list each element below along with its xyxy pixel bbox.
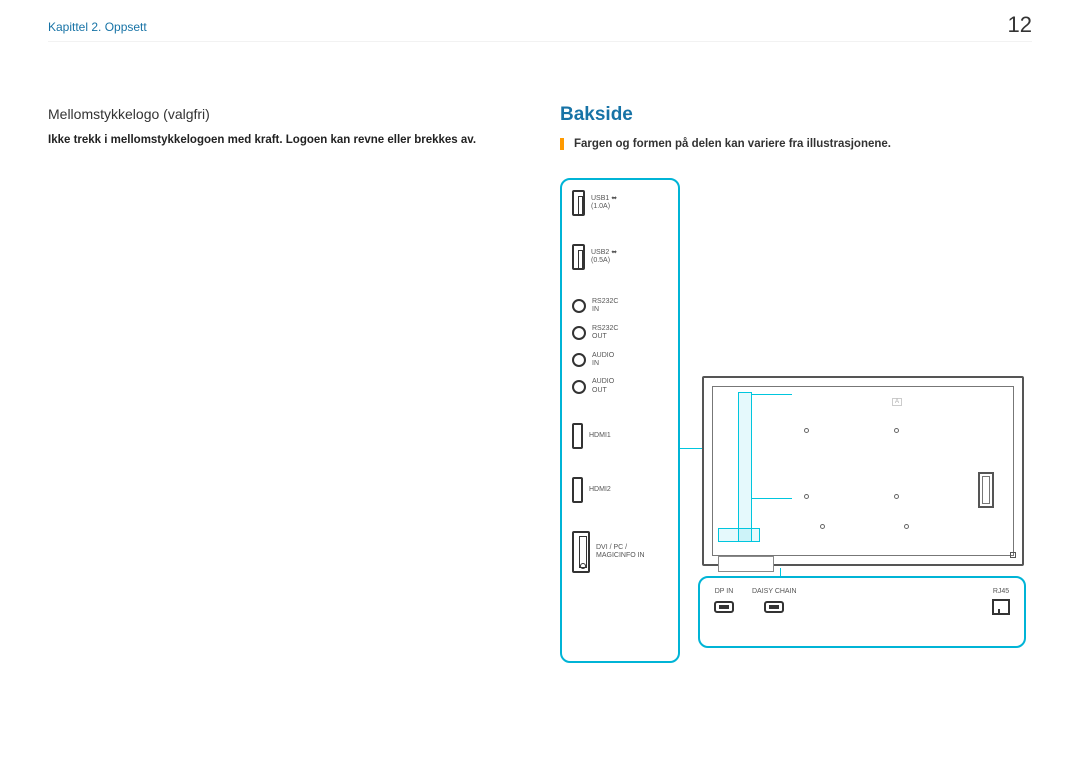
port-label: AUDIO [592,352,614,360]
port-label: RS232C [592,325,618,333]
port-label: HDMI1 [589,432,611,440]
device-label: A [892,398,902,406]
page-header: Kapittel 2. Oppsett 12 [48,18,1032,42]
port-usb1: USB1 ⬌ (1.0A) [572,190,672,216]
port-rj45: RJ45 [992,588,1010,615]
highlight-vertical-ports [738,392,752,542]
screw-icon [894,494,899,499]
port-label: DP IN [715,588,734,595]
jack-icon [572,299,586,313]
callout-lead [752,394,792,395]
port-sublabel: OUT [592,333,618,341]
port-dp-in: DP IN [714,588,734,613]
port-label: DAISY CHAIN [752,588,797,595]
right-column: Bakside Fargen og formen på delen kan va… [560,104,1040,150]
port-daisy-chain: DAISY CHAIN [752,588,797,613]
page-number: 12 [1008,12,1032,38]
dvi-icon [572,531,590,573]
port-label: RJ45 [993,588,1009,595]
callout-lead [752,498,792,499]
rear-diagram: USB1 ⬌ (1.0A) USB2 ⬌ (0.5A) RS232C IN RS… [560,178,1040,668]
port-sublabel: (0.5A) [591,257,617,265]
bottom-port-group-left: DP IN DAISY CHAIN [714,588,797,613]
displayport-icon [714,601,734,613]
port-sublabel: (1.0A) [591,203,617,211]
screw-icon [804,494,809,499]
port-audio-in: AUDIO IN [572,352,672,369]
expansion-slot-icon [978,472,994,508]
jack-icon [572,353,586,367]
port-hdmi2: HDMI2 [572,477,672,503]
port-rs232c-in: RS232C IN [572,298,672,315]
port-usb2: USB2 ⬌ (0.5A) [572,244,672,270]
port-sublabel: OUT [592,387,614,395]
spacer-logo-subtitle: Mellomstykkelogo (valgfri) [48,106,498,122]
callout-line [680,448,702,449]
chapter-label: Kapittel 2. Oppsett [48,20,147,34]
spacer-logo-illustration [718,556,774,572]
port-dvi: DVI / PC / MAGICINFO IN [572,531,672,573]
usb-port-icon [572,190,585,216]
port-audio-out: AUDIO OUT [572,378,672,395]
port-sublabel: IN [592,360,614,368]
left-column: Mellomstykkelogo (valgfri) Ikke trekk i … [48,106,498,146]
port-sublabel: MAGICINFO IN [596,552,645,560]
port-label: USB2 ⬌ [591,249,617,257]
port-label: RS232C [592,298,618,306]
port-label: AUDIO [592,378,614,386]
spacer-logo-warning: Ikke trekk i mellomstykkelogoen med kraf… [48,134,498,146]
port-label: DVI / PC / [596,544,645,552]
device-rear-illustration: A [702,376,1024,566]
port-rs232c-out: RS232C OUT [572,325,672,342]
highlight-bottom-ports [718,528,760,542]
screw-icon [894,428,899,433]
hdmi-icon [572,423,583,449]
screw-icon [904,524,909,529]
port-label: HDMI2 [589,486,611,494]
jack-icon [572,380,586,394]
rj45-icon [992,599,1010,615]
port-hdmi1: HDMI1 [572,423,672,449]
port-panel-bottom: DP IN DAISY CHAIN RJ45 [698,576,1026,648]
section-title-bakside: Bakside [560,104,1040,126]
hdmi-icon [572,477,583,503]
port-label: USB1 ⬌ [591,195,617,203]
power-button-icon [1010,552,1016,558]
usb-port-icon [572,244,585,270]
screw-icon [804,428,809,433]
displayport-icon [764,601,784,613]
variation-note: Fargen og formen på delen kan variere fr… [560,138,1040,150]
jack-icon [572,326,586,340]
port-panel-vertical: USB1 ⬌ (1.0A) USB2 ⬌ (0.5A) RS232C IN RS… [560,178,680,663]
screw-icon [820,524,825,529]
port-sublabel: IN [592,306,618,314]
